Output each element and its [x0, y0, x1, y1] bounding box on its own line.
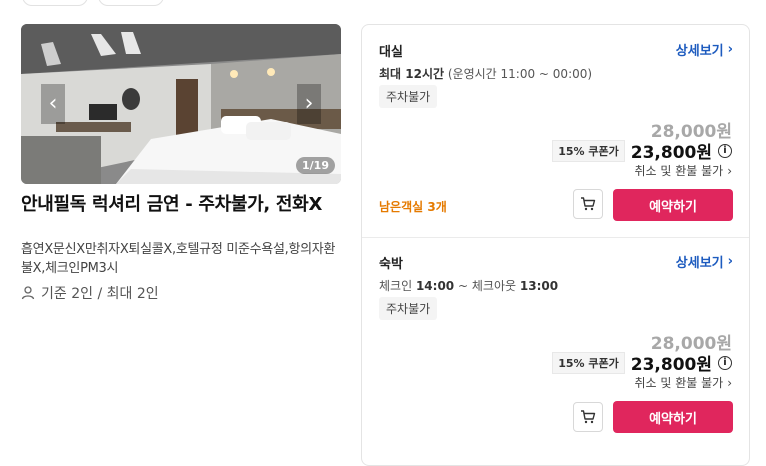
room-capacity: 기준 2인 / 최대 2인 [21, 283, 159, 303]
checkout-label: 체크아웃 [471, 279, 517, 293]
checkin-label: 체크인 [379, 279, 413, 293]
gallery-next-button[interactable]: › [297, 84, 321, 124]
gallery-prev-button[interactable]: ‹ [41, 84, 65, 124]
refund-policy[interactable]: 취소 및 환불 불가 › [634, 162, 732, 179]
final-price: 23,800원 [630, 355, 712, 375]
final-price: 23,800원 [630, 143, 712, 163]
checkin-checkout: 체크인 14:00 ~ 체크아웃 13:00 [379, 277, 558, 294]
room-photo-gallery[interactable]: ‹ › 1/19 [21, 24, 341, 184]
detail-link-label: 상세보기 [675, 256, 724, 271]
coupon-price-row: 15% 쿠폰가 23,800원 i [552, 138, 732, 163]
hours-max: 최대 12시간 [379, 67, 445, 81]
capacity-text: 기준 2인 / 최대 2인 [41, 286, 159, 302]
book-button[interactable]: 예약하기 [613, 189, 733, 221]
coupon-badge: 15% 쿠폰가 [552, 351, 625, 374]
coupon-badge: 15% 쿠폰가 [552, 139, 625, 162]
info-icon[interactable]: i [718, 143, 732, 158]
section-divider [362, 237, 749, 238]
checkin-time: 14:00 [415, 279, 455, 293]
separator: ~ [457, 279, 469, 293]
chevron-right-icon: › [727, 163, 732, 178]
parking-badge: 주차불가 [379, 297, 438, 320]
parking-badge: 주차불가 [379, 85, 438, 108]
chevron-right-icon: › [727, 254, 733, 269]
rate-card: 대실 상세보기 › 최대 12시간 (운영시간 11:00 ~ 00:00) 주… [361, 24, 750, 466]
coupon-price-row: 15% 쿠폰가 23,800원 i [552, 350, 732, 375]
rate-type: 숙박 [379, 257, 403, 272]
person-icon [21, 286, 35, 300]
gallery-counter: 1/19 [296, 157, 335, 174]
chevron-right-icon: › [727, 375, 732, 390]
detail-link[interactable]: 상세보기 › [676, 252, 733, 271]
refund-text: 취소 및 환불 불가 [634, 164, 724, 178]
top-tab-pill[interactable] [22, 0, 88, 6]
hotel-description: 흡연X문신X만취자X퇴실콜X,호텔규정 미준수욕설,항의자환불X,체크인PM3시 [21, 242, 336, 276]
cart-icon [581, 410, 596, 424]
hours-detail: (운영시간 11:00 ~ 00:00) [447, 67, 593, 81]
top-tab-pill[interactable] [98, 0, 164, 6]
add-to-cart-button[interactable] [573, 189, 603, 219]
rate-type: 대실 [379, 45, 403, 60]
add-to-cart-button[interactable] [573, 402, 603, 432]
hotel-title: 안내필독 럭셔리 금연 - 주차불가, 전화X [21, 194, 323, 215]
chevron-right-icon: › [727, 42, 733, 57]
rate-hours: 최대 12시간 (운영시간 11:00 ~ 00:00) [379, 65, 592, 82]
checkout-time: 13:00 [519, 279, 559, 293]
cart-icon [581, 197, 596, 211]
remaining-rooms: 남은객실 3개 [379, 200, 447, 214]
info-icon[interactable]: i [718, 355, 732, 370]
refund-policy[interactable]: 취소 및 환불 불가 › [634, 374, 732, 391]
detail-link-label: 상세보기 [675, 44, 724, 59]
room-photo [21, 24, 341, 184]
detail-link[interactable]: 상세보기 › [676, 40, 733, 59]
book-button[interactable]: 예약하기 [613, 401, 733, 433]
chevron-left-icon: ‹ [48, 91, 58, 116]
refund-text: 취소 및 환불 불가 [634, 376, 724, 390]
chevron-right-icon: › [304, 91, 314, 116]
